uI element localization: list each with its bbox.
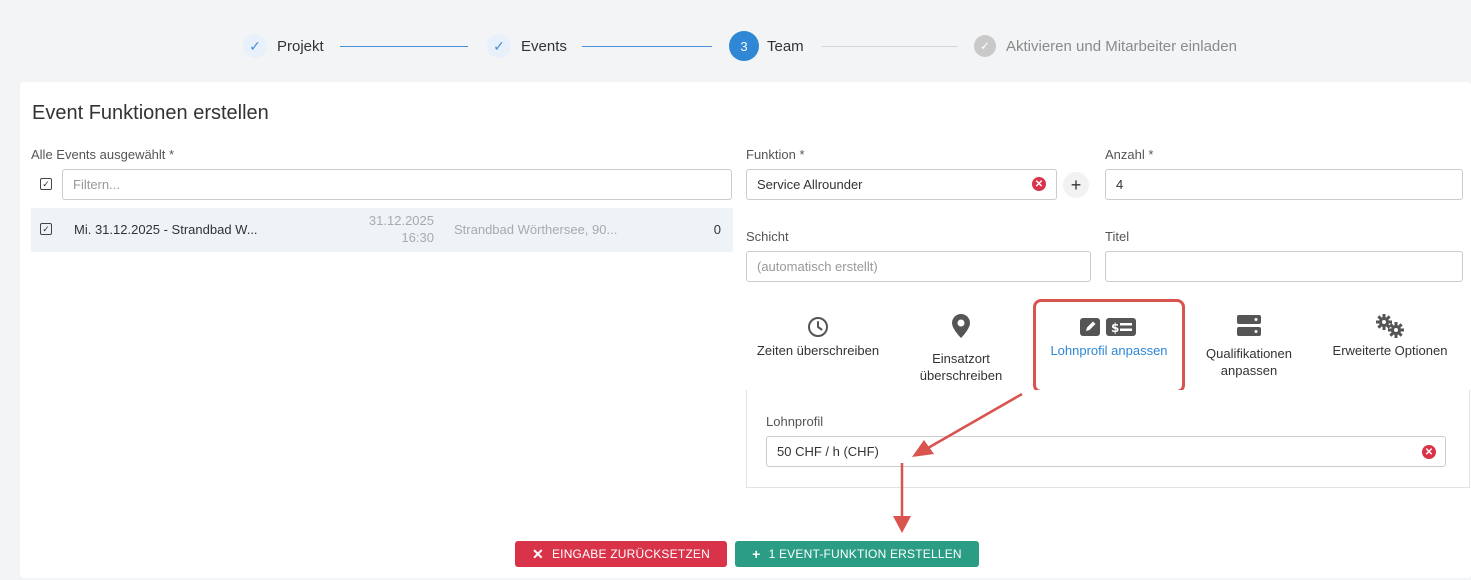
form-card: Event Funktionen erstellen Alle Events a…: [20, 82, 1471, 578]
events-label: Alle Events ausgewählt *: [31, 147, 175, 162]
create-button-label: 1 EVENT-FUNKTION ERSTELLEN: [768, 547, 962, 561]
tab-label: Zeiten überschreiben: [756, 343, 880, 358]
step-projekt[interactable]: ✓ Projekt: [243, 33, 324, 59]
tab-label: Qualifikationen: [1206, 346, 1292, 361]
gears-icon: [1320, 302, 1460, 338]
step-events[interactable]: ✓ Events: [487, 33, 567, 59]
step-label: Team: [767, 37, 804, 55]
step-connector: [822, 46, 958, 47]
check-icon: ✓: [487, 34, 511, 58]
step-label: Events: [521, 37, 567, 55]
clock-icon: [746, 302, 890, 338]
funktion-label: Funktion *: [746, 147, 805, 162]
step-connector: [340, 46, 468, 47]
clear-lohnprofil-icon[interactable]: ✕: [1422, 445, 1436, 459]
anzahl-input[interactable]: 4: [1105, 169, 1463, 200]
event-count: 0: [713, 222, 721, 237]
event-row[interactable]: ✓ Mi. 31.12.2025 - Strandbad W... 31.12.…: [31, 208, 733, 252]
schicht-label: Schicht: [746, 229, 789, 244]
lohnprofil-value: 50 CHF / h (CHF): [777, 444, 879, 459]
schicht-input[interactable]: (automatisch erstellt): [746, 251, 1091, 282]
step-label: Projekt: [277, 37, 324, 55]
reset-button[interactable]: ✕ EINGABE ZURÜCKSETZEN: [515, 541, 727, 567]
tab-zeiten[interactable]: Zeiten überschreiben: [746, 302, 890, 390]
annotation-highlight-box: [1033, 299, 1185, 393]
titel-label: Titel: [1105, 229, 1130, 244]
step-connector: [582, 46, 712, 47]
close-icon: ✕: [532, 545, 544, 562]
step-team[interactable]: 3 Team: [729, 31, 804, 61]
clear-funktion-icon[interactable]: ✕: [1032, 177, 1046, 191]
create-event-function-button[interactable]: + 1 EVENT-FUNKTION ERSTELLEN: [735, 541, 979, 567]
progress-stepper: ✓ Projekt ✓ Events 3 Team ✓ Aktivieren u…: [0, 0, 1471, 80]
funktion-value: Service Allrounder: [757, 177, 863, 192]
tab-label-2: überschreiben: [919, 368, 1003, 383]
step-label: Aktivieren und Mitarbeiter einladen: [1006, 37, 1237, 55]
lohnprofil-select[interactable]: 50 CHF / h (CHF): [766, 436, 1446, 467]
select-all-checkbox[interactable]: ✓: [40, 178, 52, 190]
tab-einsatzort[interactable]: Einsatzort überschreiben: [892, 310, 1030, 398]
map-pin-icon: [892, 310, 1030, 338]
event-location: Strandbad Wörthersee, 90...: [454, 222, 618, 237]
tab-qualifikationen[interactable]: Qualifikationen anpassen: [1187, 311, 1311, 399]
event-name: Mi. 31.12.2025 - Strandbad W...: [74, 222, 258, 237]
plus-icon: +: [752, 546, 761, 562]
check-icon: ✓: [974, 35, 996, 57]
page-title: Event Funktionen erstellen: [32, 102, 269, 124]
anzahl-label: Anzahl *: [1105, 147, 1154, 162]
step-number-badge: 3: [729, 31, 759, 61]
check-icon: ✓: [243, 34, 267, 58]
tab-erweitert[interactable]: Erweiterte Optionen: [1320, 302, 1460, 390]
event-time: 16:30: [401, 230, 434, 245]
server-icon: [1187, 311, 1311, 337]
tab-label: Erweiterte Optionen: [1332, 343, 1448, 358]
event-datetime: 31.12.2025 16:30: [341, 212, 434, 246]
event-date: 31.12.2025: [368, 213, 434, 228]
step-aktivieren[interactable]: ✓ Aktivieren und Mitarbeiter einladen: [974, 33, 1237, 59]
reset-button-label: EINGABE ZURÜCKSETZEN: [551, 547, 710, 561]
lohnprofil-label: Lohnprofil: [766, 414, 824, 429]
tab-label: Einsatzort: [932, 351, 990, 366]
filter-input[interactable]: Filtern...: [62, 169, 732, 200]
tab-label-2: anpassen: [1220, 363, 1278, 378]
titel-input[interactable]: [1105, 251, 1463, 282]
lohnprofil-panel: Lohnprofil 50 CHF / h (CHF) ✕: [746, 390, 1470, 488]
funktion-select[interactable]: Service Allrounder: [746, 169, 1057, 200]
add-funktion-button[interactable]: +: [1063, 172, 1089, 198]
event-checkbox[interactable]: ✓: [40, 223, 52, 235]
